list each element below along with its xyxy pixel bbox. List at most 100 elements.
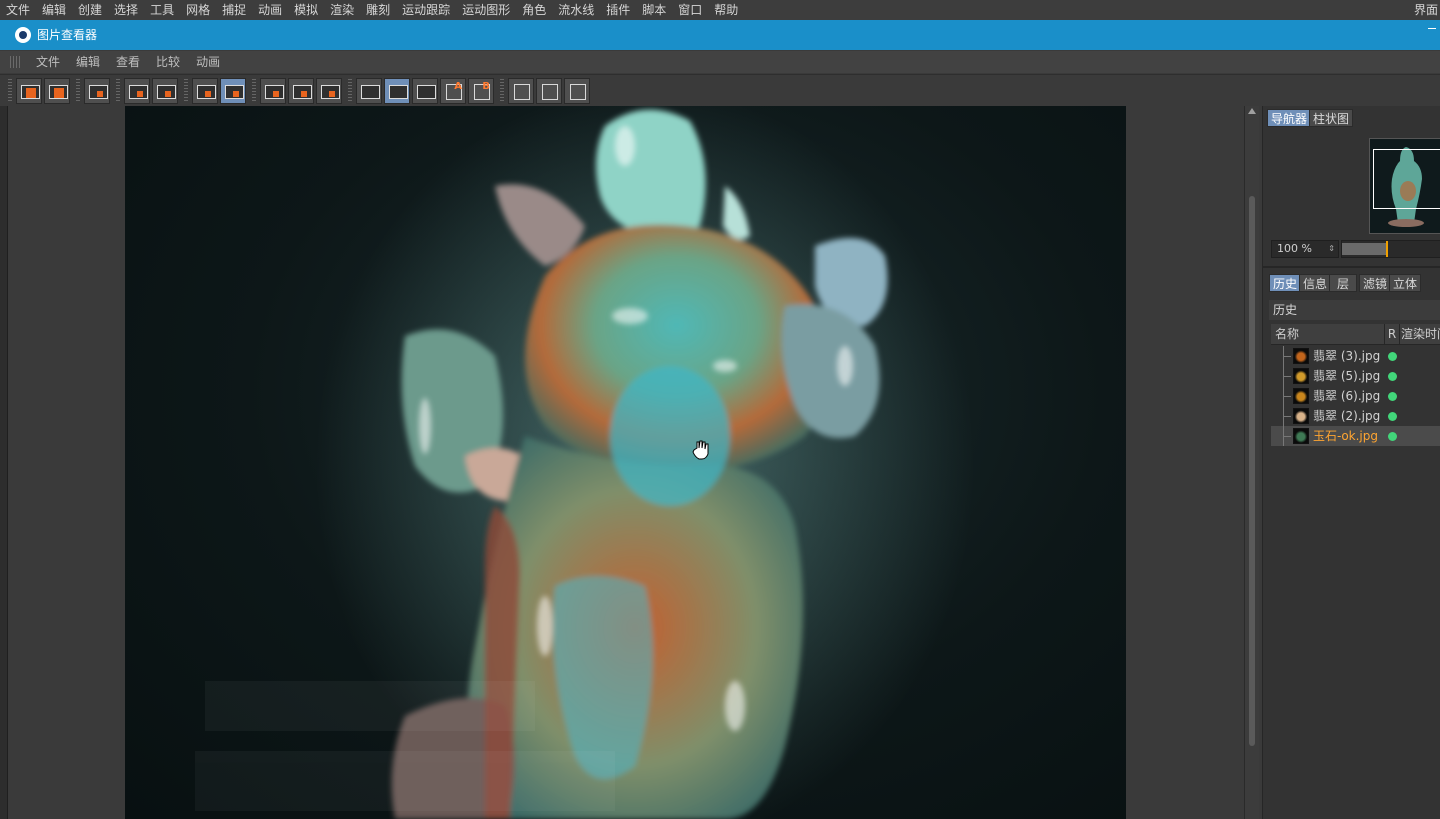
window-titlebar[interactable]: 图片查看器 bbox=[0, 20, 1440, 50]
set-a-icon: A bbox=[441, 79, 465, 103]
zoom-input[interactable]: 100 % ⇕ bbox=[1271, 240, 1339, 258]
menu-item[interactable]: 创建 bbox=[72, 0, 108, 20]
toolbar-group-grip bbox=[76, 79, 80, 103]
history-thumbnail bbox=[1293, 388, 1309, 404]
history-section-title: 历史 bbox=[1269, 300, 1440, 320]
tab-navigator[interactable]: 导航器 bbox=[1267, 109, 1312, 127]
viewer-menu-item[interactable]: 文件 bbox=[28, 51, 68, 73]
menu-item[interactable]: 运动图形 bbox=[456, 0, 516, 20]
vertical-scrollbar[interactable] bbox=[1244, 106, 1259, 819]
history-item-name: 玉石-ok.jpg bbox=[1313, 429, 1379, 443]
column-render-time[interactable]: 渲染时间 bbox=[1401, 324, 1440, 344]
menu-item[interactable]: 文件 bbox=[0, 0, 36, 20]
render-region-button[interactable] bbox=[124, 78, 150, 104]
menu-item[interactable]: 流水线 bbox=[552, 0, 600, 20]
history-row[interactable]: 翡翠 (3).jpg bbox=[1271, 346, 1440, 366]
tab-histogram[interactable]: 柱状图 bbox=[1309, 109, 1354, 127]
tab-stereo[interactable]: 立体 bbox=[1389, 274, 1422, 292]
viewer-menubar: 文件 编辑 查看 比较 动画 bbox=[0, 51, 1440, 73]
ab-split-button[interactable] bbox=[384, 78, 410, 104]
layers-button[interactable] bbox=[192, 78, 218, 104]
menu-item[interactable]: 工具 bbox=[144, 0, 180, 20]
zoom-slider[interactable] bbox=[1341, 240, 1440, 258]
window-title: 图片查看器 bbox=[37, 28, 98, 42]
history-item-name: 翡翠 (3).jpg bbox=[1313, 349, 1381, 363]
frame-view-alt-icon bbox=[289, 79, 313, 103]
scrollbar-thumb[interactable] bbox=[1249, 196, 1255, 746]
right-panel: 导航器 柱状图 100 % ⇕ 历史 信息 层 滤镜 立体 历史 名称 R 渲染… bbox=[1262, 106, 1440, 819]
open-file-button[interactable] bbox=[16, 78, 42, 104]
menu-item[interactable]: 雕刻 bbox=[360, 0, 396, 20]
history-thumbnail bbox=[1293, 348, 1309, 364]
menu-item[interactable]: 动画 bbox=[252, 0, 288, 20]
history-row[interactable]: 翡翠 (2).jpg bbox=[1271, 406, 1440, 426]
render-status-dot-icon bbox=[1388, 432, 1397, 441]
grid-icon bbox=[85, 79, 109, 103]
menu-item[interactable]: 脚本 bbox=[636, 0, 672, 20]
frame-view-button[interactable] bbox=[260, 78, 286, 104]
menu-item[interactable]: 窗口 bbox=[672, 0, 708, 20]
tab-layers[interactable]: 层 bbox=[1329, 274, 1357, 292]
layout-menu-label[interactable]: 界面 bbox=[1412, 0, 1440, 20]
menu-item[interactable]: 角色 bbox=[516, 0, 552, 20]
copy-button[interactable] bbox=[220, 78, 246, 104]
history-thumbnail bbox=[1293, 428, 1309, 444]
menubar-grip-icon bbox=[10, 56, 22, 68]
tree-branch bbox=[1283, 416, 1291, 417]
viewer-toolbar: AB bbox=[0, 74, 1440, 107]
set-b-button[interactable]: B bbox=[468, 78, 494, 104]
menu-item[interactable]: 运动跟踪 bbox=[396, 0, 456, 20]
zoom-slider-knob[interactable] bbox=[1386, 241, 1389, 257]
menu-item[interactable]: 帮助 bbox=[708, 0, 744, 20]
history-row[interactable]: 翡翠 (5).jpg bbox=[1271, 366, 1440, 386]
menu-item[interactable]: 选择 bbox=[108, 0, 144, 20]
navigator-view-frame[interactable] bbox=[1373, 149, 1440, 209]
save-file-button[interactable] bbox=[44, 78, 70, 104]
viewer-menu-item[interactable]: 动画 bbox=[188, 51, 228, 73]
scroll-up-arrow-icon[interactable] bbox=[1248, 108, 1256, 114]
menu-item[interactable]: 编辑 bbox=[36, 0, 72, 20]
tab-filters[interactable]: 滤镜 bbox=[1359, 274, 1392, 292]
column-name[interactable]: 名称 bbox=[1275, 324, 1299, 344]
rendered-image[interactable] bbox=[125, 106, 1126, 819]
minimize-button[interactable] bbox=[1428, 28, 1436, 29]
grid-button[interactable] bbox=[84, 78, 110, 104]
viewer-menu-item[interactable]: 查看 bbox=[108, 51, 148, 73]
split-horizontal-button[interactable] bbox=[564, 78, 590, 104]
history-row[interactable]: 玉石-ok.jpg bbox=[1271, 426, 1440, 446]
frame-view-alt-button[interactable] bbox=[288, 78, 314, 104]
navigator-thumbnail[interactable] bbox=[1369, 138, 1440, 234]
eye-button[interactable] bbox=[316, 78, 342, 104]
text-overlay-button[interactable] bbox=[508, 78, 534, 104]
menu-item[interactable]: 模拟 bbox=[288, 0, 324, 20]
render-region-icon bbox=[125, 79, 149, 103]
set-a-button[interactable]: A bbox=[440, 78, 466, 104]
ab-compare-button[interactable] bbox=[356, 78, 382, 104]
ab-swap-icon bbox=[413, 79, 437, 103]
menu-item[interactable]: 捕捉 bbox=[216, 0, 252, 20]
history-item-name: 翡翠 (5).jpg bbox=[1313, 369, 1381, 383]
export-button[interactable] bbox=[152, 78, 178, 104]
toolbar-group-grip bbox=[348, 79, 352, 103]
text-overlay-icon bbox=[509, 79, 533, 103]
viewer-menu-item[interactable]: 比较 bbox=[148, 51, 188, 73]
column-r[interactable]: R bbox=[1384, 324, 1400, 344]
frame-view-icon bbox=[261, 79, 285, 103]
split-vertical-button[interactable] bbox=[536, 78, 562, 104]
tab-history[interactable]: 历史 bbox=[1269, 274, 1302, 292]
ab-split-icon bbox=[385, 79, 409, 103]
history-row[interactable]: 翡翠 (6).jpg bbox=[1271, 386, 1440, 406]
menu-item[interactable]: 网格 bbox=[180, 0, 216, 20]
menu-item[interactable]: 插件 bbox=[600, 0, 636, 20]
split-vertical-icon bbox=[537, 79, 561, 103]
toolbar-group-grip bbox=[252, 79, 256, 103]
zoom-slider-fill bbox=[1342, 243, 1387, 255]
render-status-dot-icon bbox=[1388, 372, 1397, 381]
tab-info[interactable]: 信息 bbox=[1299, 274, 1332, 292]
ab-swap-button[interactable] bbox=[412, 78, 438, 104]
viewer-menu-item[interactable]: 编辑 bbox=[68, 51, 108, 73]
zoom-spinner-icon[interactable]: ⇕ bbox=[1328, 241, 1335, 257]
menu-item[interactable]: 渲染 bbox=[324, 0, 360, 20]
tree-branch bbox=[1283, 436, 1291, 437]
history-item-name: 翡翠 (6).jpg bbox=[1313, 389, 1381, 403]
